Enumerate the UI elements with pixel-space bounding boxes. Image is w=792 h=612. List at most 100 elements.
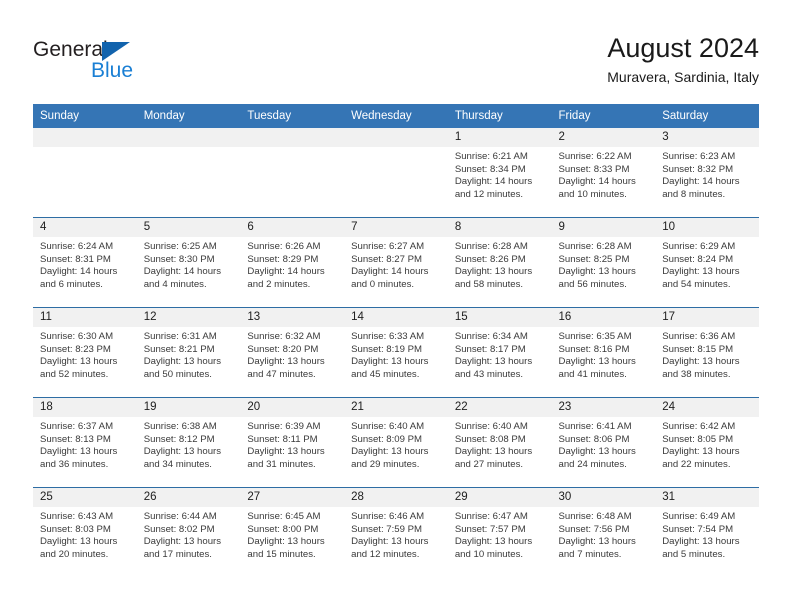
daylight-duration-line1: Daylight: 13 hours [558, 536, 636, 548]
day-number: 1 [447, 128, 552, 147]
daylight-duration-line1: Daylight: 13 hours [351, 446, 429, 458]
calendar-day-cell[interactable]: 11 Sunrise: 6:30 AM Sunset: 8:23 PM Dayligh… [33, 307, 137, 398]
sunset-time: Sunset: 8:06 PM [558, 433, 630, 445]
calendar-day-cell[interactable]: 31 Sunrise: 6:49 AM Sunset: 7:54 PM Dayligh… [655, 487, 759, 577]
day-cell-content [33, 128, 137, 217]
daylight-duration-line1: Daylight: 13 hours [558, 446, 636, 458]
calendar-day-cell[interactable]: 30 Sunrise: 6:48 AM Sunset: 7:56 PM Dayligh… [551, 487, 656, 577]
calendar-day-cell[interactable]: 13 Sunrise: 6:32 AM Sunset: 8:20 PM Dayligh… [240, 307, 345, 398]
calendar-day-cell[interactable]: 16 Sunrise: 6:35 AM Sunset: 8:16 PM Dayligh… [551, 307, 656, 398]
calendar-day-cell[interactable]: 28 Sunrise: 6:46 AM Sunset: 7:59 PM Dayligh… [344, 487, 448, 577]
day-details: Sunrise: 6:29 AM Sunset: 8:24 PM Daylight:… [655, 237, 759, 291]
day-cell-content: 13 Sunrise: 6:32 AM Sunset: 8:20 PM Dayligh… [240, 308, 345, 397]
day-cell-content: 16 Sunrise: 6:35 AM Sunset: 8:16 PM Dayligh… [551, 308, 656, 397]
calendar-day-cell[interactable]: 10 Sunrise: 6:29 AM Sunset: 8:24 PM Dayligh… [655, 217, 759, 308]
sunrise-time: Sunrise: 6:48 AM [558, 511, 632, 522]
calendar-day-cell[interactable]: 14 Sunrise: 6:33 AM Sunset: 8:19 PM Dayligh… [344, 307, 448, 398]
sunrise-time: Sunrise: 6:27 AM [351, 241, 425, 252]
weekday-header-sunday: Sunday [33, 104, 137, 128]
daylight-duration-line2: and 58 minutes. [454, 278, 524, 290]
day-details: Sunrise: 6:38 AM Sunset: 8:12 PM Daylight:… [137, 417, 241, 471]
calendar-day-cell[interactable]: 6 Sunrise: 6:26 AM Sunset: 8:29 PM Daylight… [240, 217, 345, 308]
day-cell-content: 4 Sunrise: 6:24 AM Sunset: 8:31 PM Daylight… [33, 218, 137, 307]
calendar-day-cell[interactable]: 4 Sunrise: 6:24 AM Sunset: 8:31 PM Daylight… [33, 217, 137, 308]
day-details: Sunrise: 6:42 AM Sunset: 8:05 PM Daylight:… [655, 417, 759, 471]
day-details: Sunrise: 6:30 AM Sunset: 8:23 PM Daylight:… [33, 327, 137, 381]
day-number: 17 [655, 308, 759, 327]
day-number: 28 [344, 488, 448, 507]
sunset-time: Sunset: 8:23 PM [40, 343, 111, 355]
calendar-day-cell[interactable]: 3 Sunrise: 6:23 AM Sunset: 8:32 PM Daylight… [655, 128, 759, 218]
sunrise-time: Sunrise: 6:23 AM [662, 151, 736, 162]
title-block: August 2024 Muravera, Sardinia, Italy [607, 32, 759, 86]
day-number: 25 [33, 488, 137, 507]
daylight-duration-line2: and 0 minutes. [351, 278, 415, 290]
sunrise-time: Sunrise: 6:44 AM [143, 511, 217, 522]
calendar-day-cell[interactable]: 18 Sunrise: 6:37 AM Sunset: 8:13 PM Dayligh… [33, 397, 137, 488]
sunrise-time: Sunrise: 6:25 AM [143, 241, 217, 252]
sunset-time: Sunset: 8:02 PM [143, 523, 215, 535]
brand-name-general: General [33, 38, 108, 61]
calendar-day-cell[interactable]: 20 Sunrise: 6:39 AM Sunset: 8:11 PM Dayligh… [240, 397, 345, 488]
sunset-time: Sunset: 7:54 PM [662, 523, 734, 535]
daylight-duration-line2: and 6 minutes. [40, 278, 103, 290]
daylight-duration-line1: Daylight: 13 hours [351, 356, 429, 368]
calendar-day-cell[interactable]: 9 Sunrise: 6:28 AM Sunset: 8:25 PM Daylight… [551, 217, 656, 308]
day-cell-content: 27 Sunrise: 6:45 AM Sunset: 8:00 PM Dayligh… [240, 488, 345, 577]
daylight-duration-line1: Daylight: 13 hours [454, 446, 533, 458]
calendar-day-cell[interactable]: 5 Sunrise: 6:25 AM Sunset: 8:30 PM Daylight… [136, 217, 241, 308]
daylight-duration-line1: Daylight: 13 hours [247, 446, 325, 458]
calendar-day-cell[interactable]: 2 Sunrise: 6:22 AM Sunset: 8:33 PM Daylight… [551, 128, 656, 218]
day-cell-content: 7 Sunrise: 6:27 AM Sunset: 8:27 PM Daylight… [344, 218, 448, 307]
day-details: Sunrise: 6:35 AM Sunset: 8:16 PM Daylight:… [552, 327, 656, 381]
day-number: 4 [33, 218, 137, 237]
brand-name-blue: Blue [91, 59, 134, 82]
day-details: Sunrise: 6:36 AM Sunset: 8:15 PM Daylight:… [655, 327, 759, 381]
page-header: General Blue August 2024 Muravera, Sardi… [0, 0, 792, 100]
sunrise-time: Sunrise: 6:34 AM [454, 331, 528, 342]
sunrise-sunset-calendar: Sunday Monday Tuesday Wednesday Thursday Frid… [33, 104, 759, 577]
day-cell-content: 12 Sunrise: 6:31 AM Sunset: 8:21 PM Dayligh… [136, 308, 241, 397]
day-cell-content: 21 Sunrise: 6:40 AM Sunset: 8:09 PM Dayligh… [344, 398, 448, 487]
day-details: Sunrise: 6:27 AM Sunset: 8:27 PM Daylight:… [344, 237, 448, 291]
calendar-day-cell[interactable]: 15 Sunrise: 6:34 AM Sunset: 8:17 PM Dayligh… [447, 307, 552, 398]
calendar-day-cell[interactable]: 21 Sunrise: 6:40 AM Sunset: 8:09 PM Dayligh… [344, 397, 448, 488]
daylight-duration-line2: and 7 minutes. [558, 548, 622, 560]
calendar-day-cell[interactable]: 25 Sunrise: 6:43 AM Sunset: 8:03 PM Dayligh… [33, 487, 137, 577]
calendar-header-row: Sunday Monday Tuesday Wednesday Thursday Frid… [33, 104, 759, 128]
day-number: 9 [551, 218, 656, 237]
sunrise-time: Sunrise: 6:26 AM [247, 241, 321, 252]
day-cell-content [240, 128, 345, 217]
sunset-time: Sunset: 8:00 PM [247, 523, 319, 535]
calendar-day-cell[interactable]: 27 Sunrise: 6:45 AM Sunset: 8:00 PM Dayligh… [240, 487, 345, 577]
day-cell-content: 11 Sunrise: 6:30 AM Sunset: 8:23 PM Dayligh… [33, 308, 137, 397]
calendar-day-cell[interactable]: 24 Sunrise: 6:42 AM Sunset: 8:05 PM Dayligh… [655, 397, 759, 488]
page-title: August 2024 [607, 33, 759, 63]
day-number [136, 128, 241, 147]
calendar-day-cell[interactable]: 8 Sunrise: 6:28 AM Sunset: 8:26 PM Daylight… [447, 217, 552, 308]
calendar-empty-cell [33, 128, 137, 218]
day-cell-content: 26 Sunrise: 6:44 AM Sunset: 8:02 PM Dayligh… [136, 488, 241, 577]
sunset-time: Sunset: 8:31 PM [40, 253, 111, 265]
sunset-time: Sunset: 7:57 PM [454, 523, 526, 535]
location-subtitle: Muravera, Sardinia, Italy [607, 69, 759, 85]
daylight-duration-line1: Daylight: 13 hours [454, 356, 533, 368]
calendar-day-cell[interactable]: 7 Sunrise: 6:27 AM Sunset: 8:27 PM Daylight… [344, 217, 448, 308]
sunrise-time: Sunrise: 6:32 AM [247, 331, 321, 342]
daylight-duration-line2: and 27 minutes. [454, 458, 524, 470]
calendar-day-cell[interactable]: 26 Sunrise: 6:44 AM Sunset: 8:02 PM Dayligh… [136, 487, 241, 577]
day-details: Sunrise: 6:46 AM Sunset: 7:59 PM Daylight:… [344, 507, 448, 561]
calendar-day-cell[interactable]: 17 Sunrise: 6:36 AM Sunset: 8:15 PM Dayligh… [655, 307, 759, 398]
calendar-day-cell[interactable]: 19 Sunrise: 6:38 AM Sunset: 8:12 PM Dayligh… [136, 397, 241, 488]
calendar-day-cell[interactable]: 22 Sunrise: 6:40 AM Sunset: 8:08 PM Dayligh… [447, 397, 552, 488]
calendar-day-cell[interactable]: 12 Sunrise: 6:31 AM Sunset: 8:21 PM Dayligh… [136, 307, 241, 398]
day-details: Sunrise: 6:31 AM Sunset: 8:21 PM Daylight:… [137, 327, 241, 381]
calendar-day-cell[interactable]: 29 Sunrise: 6:47 AM Sunset: 7:57 PM Dayligh… [447, 487, 552, 577]
daylight-duration-line1: Daylight: 13 hours [454, 536, 533, 548]
daylight-duration-line2: and 22 minutes. [662, 458, 731, 470]
day-details: Sunrise: 6:43 AM Sunset: 8:03 PM Daylight:… [33, 507, 137, 561]
calendar-day-cell[interactable]: 23 Sunrise: 6:41 AM Sunset: 8:06 PM Dayligh… [551, 397, 656, 488]
daylight-duration-line1: Daylight: 14 hours [247, 266, 325, 278]
day-details: Sunrise: 6:33 AM Sunset: 8:19 PM Daylight:… [344, 327, 448, 381]
calendar-day-cell[interactable]: 1 Sunrise: 6:21 AM Sunset: 8:34 PM Daylight… [447, 128, 552, 218]
